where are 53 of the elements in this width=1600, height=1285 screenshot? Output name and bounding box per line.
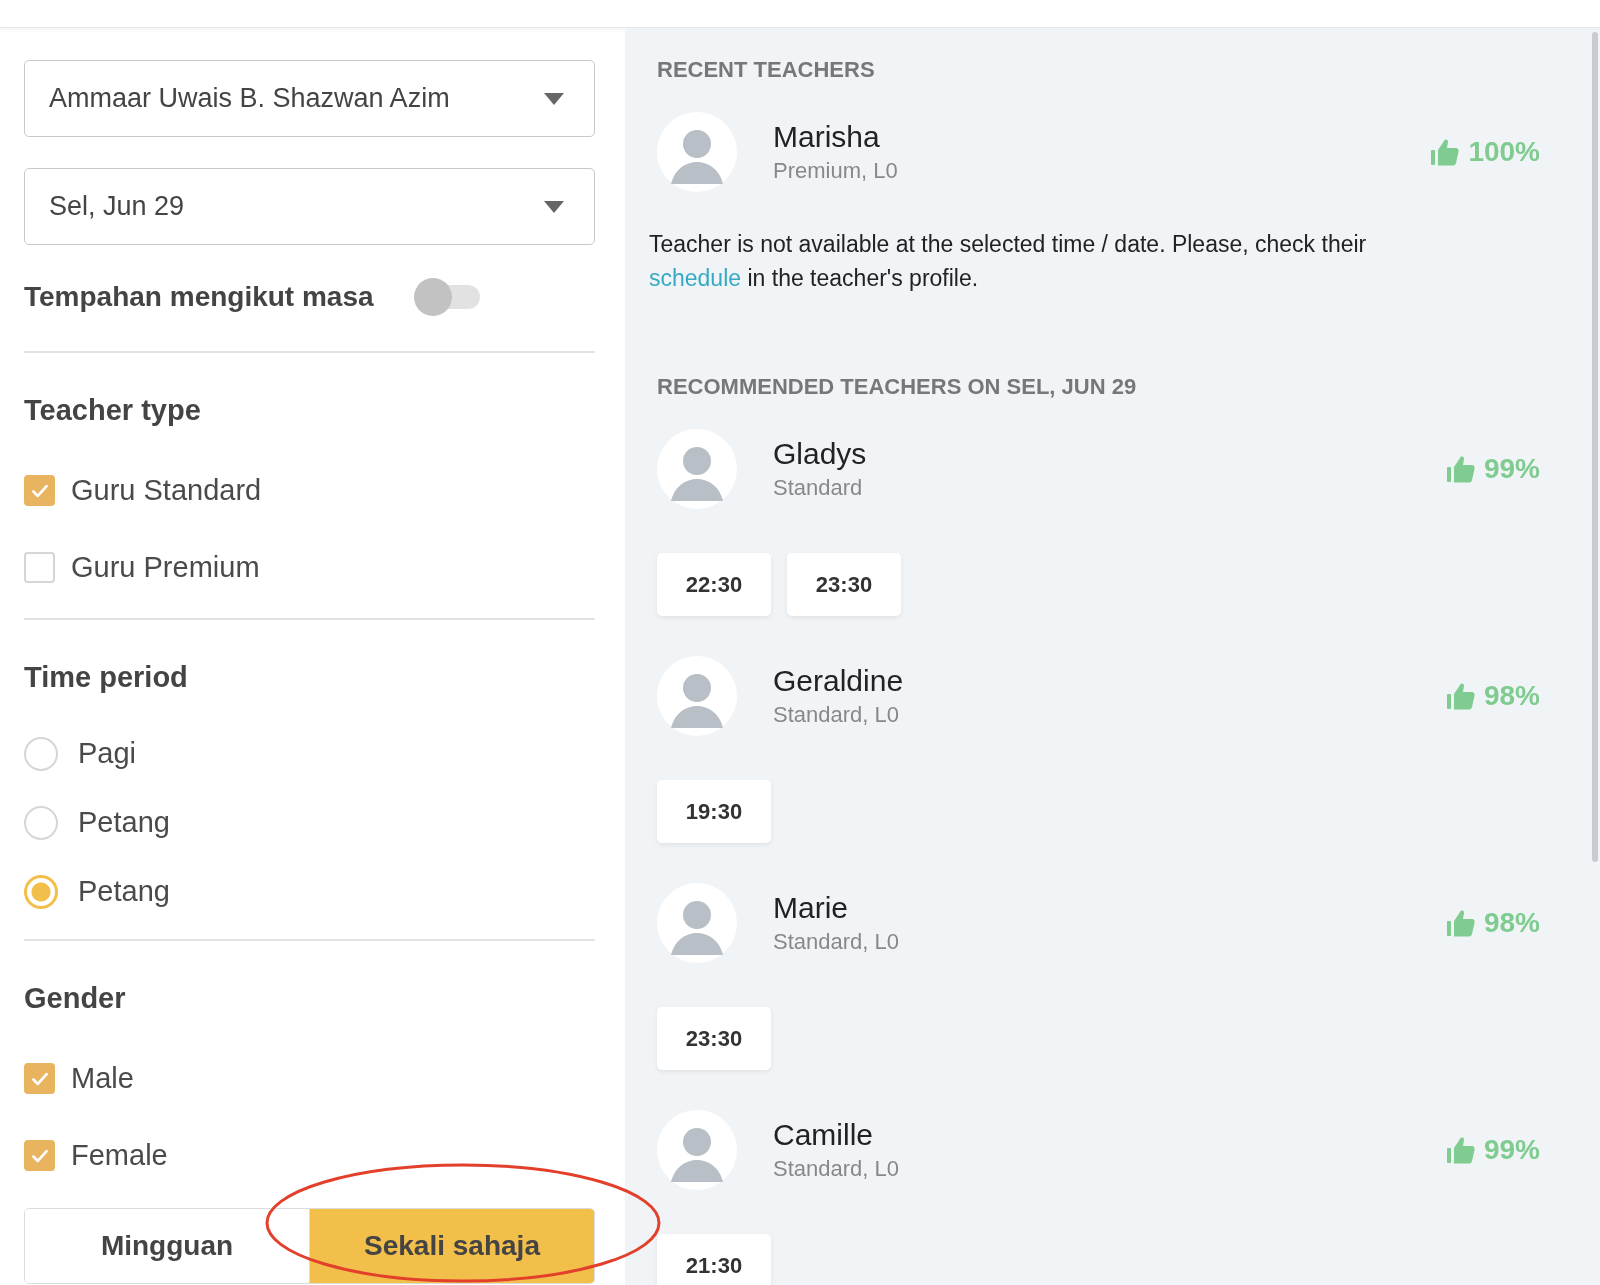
thumbs-up-icon <box>1445 681 1476 711</box>
checkbox-label[interactable]: Female <box>71 1139 168 1172</box>
rating-percent: 99% <box>1483 1134 1540 1166</box>
time-slot-button[interactable]: 21:30 <box>657 1234 771 1285</box>
time-slot-button[interactable]: 19:30 <box>657 780 771 843</box>
thumbs-up-icon <box>1445 908 1476 938</box>
rating-percent: 98% <box>1483 907 1540 939</box>
rating-percent: 98% <box>1483 680 1540 712</box>
checkbox-label[interactable]: Guru Standard <box>71 474 262 507</box>
checkbox[interactable] <box>24 475 55 506</box>
checkbox-label[interactable]: Male <box>71 1062 134 1095</box>
teacher-level: Standard, L0 <box>773 929 900 955</box>
section-heading: Time period <box>24 660 189 695</box>
scrollbar[interactable] <box>1592 32 1598 862</box>
radio-button[interactable] <box>24 736 58 771</box>
checkbox-label[interactable]: Guru Premium <box>71 551 260 584</box>
caret-icon <box>544 200 564 213</box>
teacher-level: Standard <box>773 475 864 501</box>
checkbox[interactable] <box>24 552 55 583</box>
radio-label[interactable]: Petang <box>78 806 170 839</box>
rating-percent: 99% <box>1483 453 1540 485</box>
date-dropdown[interactable]: Sel, Jun 29 <box>24 168 595 245</box>
teacher-level: Standard, L0 <box>773 1156 900 1182</box>
frequency-tab[interactable]: Sekali sahaja <box>309 1209 594 1283</box>
section-heading: RECENT TEACHERS <box>657 58 876 82</box>
checkbox[interactable] <box>24 1063 55 1094</box>
thumbs-up-icon <box>1445 454 1476 484</box>
student-dropdown[interactable]: Ammaar Uwais B. Shazwan Azim <box>24 60 595 137</box>
section-heading: Teacher type <box>24 393 202 428</box>
time-slot-button[interactable]: 23:30 <box>787 553 901 616</box>
rating-percent: 100% <box>1468 136 1540 168</box>
teacher-level: Premium, L0 <box>773 158 899 184</box>
checkbox[interactable] <box>24 1140 55 1171</box>
teacher-level: Standard, L0 <box>773 702 900 728</box>
availability-message: Teacher is not available at the selected time / date. Please, check their schedule in the teacher's profile. <box>649 230 1368 293</box>
toggle-label: Tempahan mengikut masa <box>24 281 374 313</box>
caret-icon <box>544 92 564 105</box>
teacher-name[interactable]: Marie <box>773 891 1446 925</box>
radio-label[interactable]: Pagi <box>78 737 137 770</box>
time-slot-button[interactable]: 23:30 <box>657 1007 771 1070</box>
radio-button[interactable] <box>24 874 58 909</box>
teacher-name[interactable]: Camille <box>773 1118 1446 1152</box>
teacher-name[interactable]: Gladys <box>773 437 1446 471</box>
radio-label[interactable]: Petang <box>78 875 170 908</box>
section-heading: Gender <box>24 981 127 1016</box>
section-heading: RECOMMENDED TEACHERS ON SEL, JUN 29 <box>657 375 1138 399</box>
toggle-switch[interactable] <box>413 278 480 316</box>
teacher-name[interactable]: Geraldine <box>773 664 1446 698</box>
teacher-name[interactable]: Marisha <box>773 120 1431 154</box>
thumbs-up-icon <box>1445 1135 1476 1165</box>
time-slot-button[interactable]: 22:30 <box>657 553 771 616</box>
thumbs-up-icon <box>1430 137 1461 167</box>
radio-button[interactable] <box>24 805 58 840</box>
